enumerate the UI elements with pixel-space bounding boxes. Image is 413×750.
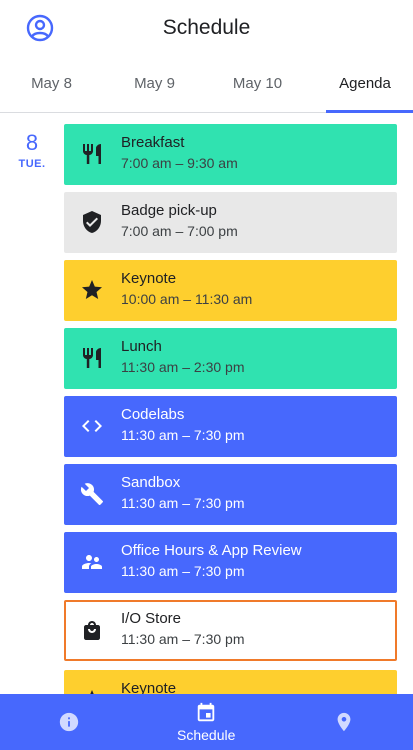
page-title: Schedule [162, 16, 251, 39]
restaurant-icon [80, 142, 104, 166]
event-time: 7:00 am – 9:30 am [121, 155, 238, 171]
bottom-navigation: Schedule [0, 694, 413, 750]
event-title: Badge pick-up [121, 202, 217, 219]
event-card-io-store[interactable]: I/O Store 11:30 am – 7:30 pm [64, 600, 397, 661]
shopping-bag-icon [80, 618, 104, 642]
tab-may-8[interactable]: May 8 [0, 58, 103, 113]
event-title: Office Hours & App Review [121, 542, 302, 559]
event-card-sandbox[interactable]: Sandbox 11:30 am – 7:30 pm [64, 464, 397, 525]
event-card-codelabs[interactable]: Codelabs 11:30 am – 7:30 pm [64, 396, 397, 457]
event-card-lunch[interactable]: Lunch 11:30 am – 2:30 pm [64, 328, 397, 389]
app-bar: Schedule [0, 0, 413, 58]
nav-schedule-label: Schedule [177, 727, 236, 743]
event-time: 11:30 am – 7:30 pm [121, 631, 245, 647]
code-icon [80, 414, 104, 438]
nav-map[interactable] [276, 694, 413, 750]
info-icon [58, 711, 80, 733]
event-time: 11:30 am – 7:30 pm [121, 495, 245, 511]
event-time: 11:30 am – 7:30 pm [121, 563, 245, 579]
event-title: I/O Store [121, 610, 182, 627]
nav-info[interactable] [0, 694, 137, 750]
event-title: Sandbox [121, 474, 181, 491]
event-card-keynote-2[interactable]: Keynote [64, 670, 397, 694]
tab-agenda[interactable]: Agenda [317, 58, 413, 113]
event-time: 11:30 am – 2:30 pm [121, 359, 245, 375]
calendar-icon [195, 702, 217, 724]
star-icon [80, 278, 104, 302]
agenda-list[interactable]: Breakfast 7:00 am – 9:30 am Badge pick-u… [0, 113, 413, 694]
event-title: Keynote [121, 680, 177, 694]
day-tabs: May 8 May 9 May 10 Agenda [0, 58, 413, 113]
event-card-breakfast[interactable]: Breakfast 7:00 am – 9:30 am [64, 124, 397, 185]
people-icon [80, 550, 104, 574]
event-time: 11:30 am – 7:30 pm [121, 427, 245, 443]
event-title: Breakfast [121, 134, 185, 151]
event-time: 10:00 am – 11:30 am [121, 291, 253, 307]
tab-may-10[interactable]: May 10 [206, 58, 309, 113]
event-card-office-hours[interactable]: Office Hours & App Review 11:30 am – 7:3… [64, 532, 397, 593]
place-icon [333, 711, 355, 733]
event-title: Lunch [121, 338, 162, 355]
nav-schedule[interactable]: Schedule [137, 694, 276, 750]
event-time: 7:00 am – 7:00 pm [121, 223, 238, 239]
verified-shield-icon [80, 210, 104, 234]
event-card-badge-pickup[interactable]: Badge pick-up 7:00 am – 7:00 pm [64, 192, 397, 253]
event-title: Keynote [121, 270, 177, 287]
wrench-icon [80, 482, 104, 506]
event-title: Codelabs [121, 406, 185, 423]
tab-may-9[interactable]: May 9 [103, 58, 206, 113]
restaurant-icon [80, 346, 104, 370]
event-card-keynote[interactable]: Keynote 10:00 am – 11:30 am [64, 260, 397, 321]
